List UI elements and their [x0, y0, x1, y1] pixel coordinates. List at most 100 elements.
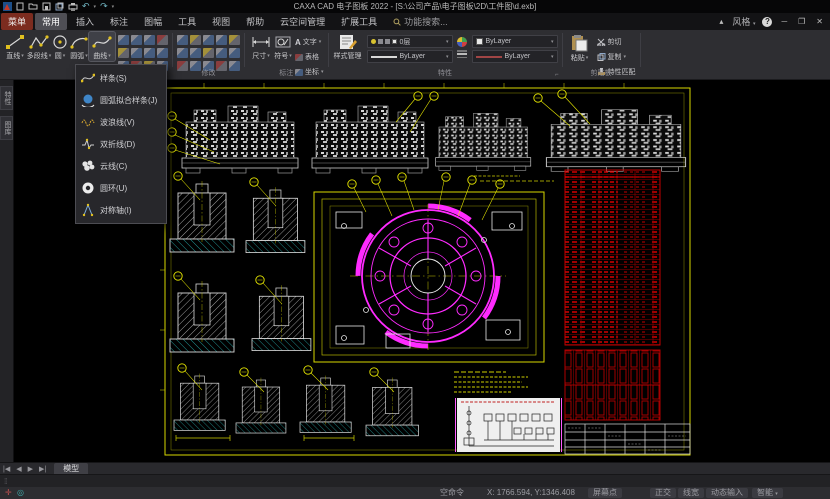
menu-tab-extension[interactable]: 扩展工具 — [334, 13, 384, 30]
part-detail-views[interactable] — [170, 172, 418, 441]
close-button[interactable]: ✕ — [814, 17, 825, 26]
last-sheet-icon[interactable]: ▶| — [36, 465, 49, 473]
point-style-icon[interactable]: ✛ — [5, 488, 12, 498]
elevation-view-1[interactable] — [182, 106, 298, 173]
toggle-lineweight[interactable]: 线宽 — [678, 488, 704, 498]
menu-item-donut[interactable]: 圆环(U) — [76, 177, 166, 199]
tool-icon[interactable] — [144, 48, 155, 58]
toggle-dynamic-input[interactable]: 动态输入 — [706, 488, 748, 498]
point-mode-button[interactable]: 屏幕点 — [588, 488, 622, 498]
function-search[interactable]: 功能搜索... — [393, 15, 448, 28]
menu-tab-view[interactable]: 视图 — [205, 13, 237, 30]
menu-item-spline[interactable]: 样条(S) — [76, 67, 166, 89]
elevation-view-4[interactable] — [546, 110, 685, 172]
menu-item-wave-line[interactable]: 波浪线(V) — [76, 111, 166, 133]
layer-dropdown[interactable]: 0层▾ — [367, 35, 453, 48]
polyline-button[interactable]: 多段线▾ — [27, 32, 51, 61]
panel-tab-properties[interactable]: 特性 — [0, 86, 13, 110]
tool-icon[interactable] — [177, 48, 188, 58]
paste-button[interactable]: 粘贴▾ — [567, 32, 593, 63]
undo-icon[interactable]: ↶ — [82, 1, 90, 12]
dimension-button[interactable]: 尺寸▾ — [249, 32, 273, 61]
elevation-view-3[interactable] — [436, 113, 531, 170]
redo-icon[interactable]: ↷ — [100, 1, 108, 12]
tool-icon[interactable] — [229, 35, 240, 45]
collapse-ribbon-icon[interactable]: ▴ — [717, 17, 725, 26]
lineweight-list-icon[interactable] — [456, 50, 468, 58]
tool-icon[interactable] — [216, 35, 227, 45]
linetype-dropdown[interactable]: ByLayer▾ — [367, 50, 453, 63]
app-logo-icon[interactable] — [3, 2, 12, 11]
menu-tab-help[interactable]: 帮助 — [239, 13, 271, 30]
arc-button[interactable]: 圆弧▾ — [69, 32, 89, 61]
tool-icon[interactable] — [157, 48, 168, 58]
command-line-area[interactable]: ⁞⁞ — [0, 474, 830, 487]
snap-style-icon[interactable]: ◎ — [17, 488, 24, 498]
menu-item-cloud-line[interactable]: 云线(C) — [76, 155, 166, 177]
symbol-button[interactable]: 符号▾ — [273, 32, 293, 61]
open-file-icon[interactable] — [28, 2, 38, 11]
minimize-button[interactable]: ─ — [779, 17, 789, 26]
schematic-block[interactable] — [456, 398, 562, 452]
elevation-view-2[interactable] — [312, 106, 428, 173]
redo-caret-icon[interactable]: ▾ — [112, 4, 115, 10]
symbol-icon — [275, 34, 291, 50]
lineweight-dropdown[interactable]: ByLayer▾ — [472, 50, 558, 63]
tool-icon[interactable] — [157, 35, 168, 45]
save-all-icon[interactable] — [55, 2, 64, 11]
color-dropdown[interactable]: ByLayer▾ — [472, 35, 558, 48]
help-icon[interactable]: ? — [762, 17, 772, 27]
line-button[interactable]: 直线▾ — [3, 32, 27, 61]
prev-sheet-icon[interactable]: ◀ — [13, 465, 24, 473]
technical-notes[interactable] — [454, 372, 528, 392]
new-file-icon[interactable] — [16, 2, 24, 11]
cut-item[interactable]: 剪切 — [597, 36, 636, 48]
tool-icon[interactable] — [177, 35, 188, 45]
color-wheel-icon[interactable] — [456, 36, 468, 48]
curve-button[interactable]: 曲线▾ — [89, 32, 115, 61]
undo-caret-icon[interactable]: ▾ — [94, 4, 97, 10]
first-sheet-icon[interactable]: |◀ — [0, 465, 13, 473]
table-tool[interactable]: 表格 — [295, 51, 324, 63]
tool-icon[interactable] — [203, 48, 214, 58]
text-tool[interactable]: A文字▾ — [295, 36, 324, 48]
style-manager-button[interactable]: 样式管理 — [333, 32, 363, 61]
menu-tab-common[interactable]: 常用 — [35, 13, 67, 30]
panel-tab-library[interactable]: 图库 — [0, 116, 13, 140]
tool-icon[interactable] — [190, 35, 201, 45]
red-detail-view[interactable] — [565, 350, 660, 420]
toggle-smart-snap[interactable]: 智能 ▾ — [752, 488, 783, 498]
dialog-launcher-icon[interactable]: ⌐ — [555, 72, 559, 78]
tool-icon[interactable] — [118, 35, 129, 45]
menu-tab-annotate[interactable]: 标注 — [103, 13, 135, 30]
parts-table-red[interactable] — [565, 170, 660, 345]
model-tab[interactable]: 模型 — [54, 463, 88, 474]
tool-icon[interactable] — [118, 48, 129, 58]
tool-icon[interactable] — [216, 48, 227, 58]
menu-tab-insert[interactable]: 插入 — [69, 13, 101, 30]
print-icon[interactable] — [68, 2, 78, 11]
menu-tab-menu[interactable]: 菜单 — [1, 13, 33, 30]
menu-tab-tools[interactable]: 工具 — [171, 13, 203, 30]
main-assembly-view[interactable] — [314, 173, 554, 362]
menu-item-zigzag-line[interactable]: 双折线(D) — [76, 133, 166, 155]
menu-tab-cloud[interactable]: 云空间管理 — [273, 13, 332, 30]
tool-icon[interactable] — [229, 48, 240, 58]
menu-item-arcfit-spline[interactable]: 圆弧拟合样条(J) — [76, 89, 166, 111]
menu-tab-sheet[interactable]: 图幅 — [137, 13, 169, 30]
circle-button[interactable]: 圆▾ — [51, 32, 69, 61]
restore-button[interactable]: ❐ — [796, 17, 807, 26]
style-dropdown[interactable]: 风格 ▾ — [732, 15, 755, 28]
panel-grip-icon[interactable]: ⁞⁞ — [0, 477, 6, 486]
title-block[interactable] — [565, 424, 690, 454]
tool-icon[interactable] — [144, 35, 155, 45]
menu-item-symmetry-axis[interactable]: 对称轴(I) — [76, 199, 166, 221]
save-icon[interactable] — [42, 2, 51, 11]
toggle-ortho[interactable]: 正交 — [650, 488, 676, 498]
tool-icon[interactable] — [131, 48, 142, 58]
next-sheet-icon[interactable]: ▶ — [25, 465, 36, 473]
tool-icon[interactable] — [190, 48, 201, 58]
tool-icon[interactable] — [131, 35, 142, 45]
copy-item[interactable]: 复制▾ — [597, 51, 636, 63]
tool-icon[interactable] — [203, 35, 214, 45]
